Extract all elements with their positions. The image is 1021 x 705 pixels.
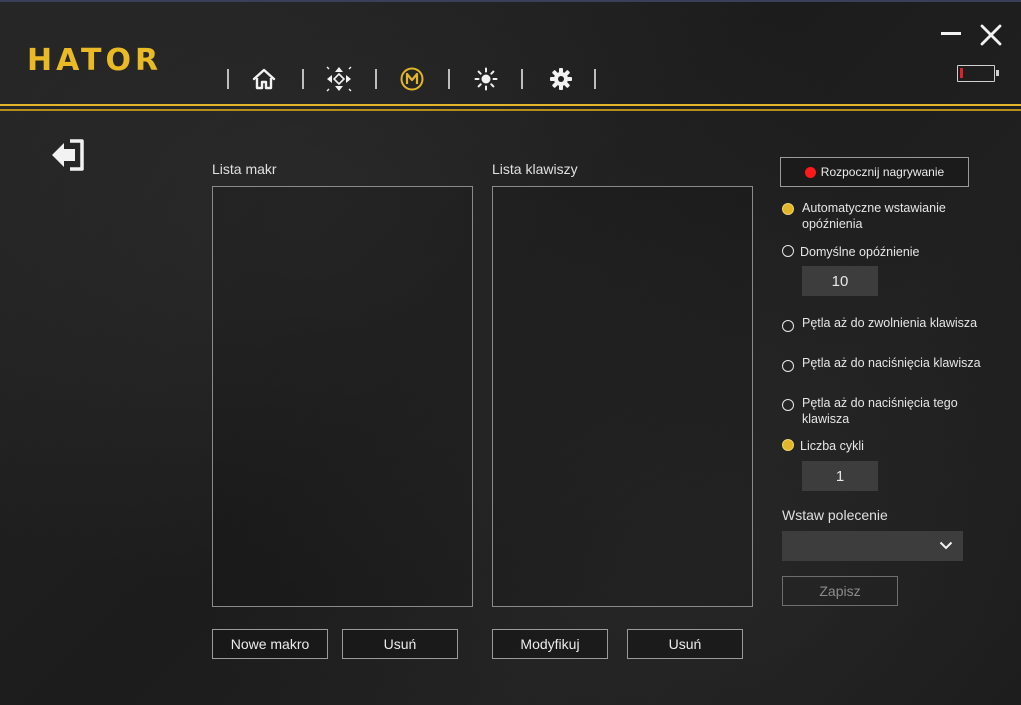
macro-list-title: Lista makr (212, 161, 277, 177)
radio-default-delay[interactable] (782, 245, 794, 257)
minimize-button[interactable] (940, 25, 962, 41)
header-divider (0, 109, 1021, 111)
nav-buttons[interactable] (324, 64, 354, 94)
top-border (0, 0, 1021, 2)
nav-separator (302, 69, 304, 89)
delete-macro-button[interactable]: Usuń (342, 629, 458, 659)
home-icon (252, 68, 276, 90)
close-button[interactable] (979, 23, 1003, 47)
nav-separator (448, 69, 450, 89)
new-macro-button[interactable]: Nowe makro (212, 629, 328, 659)
exit-icon (52, 139, 84, 171)
nav-separator (227, 69, 229, 89)
nav-separator (521, 69, 523, 89)
key-list[interactable] (492, 186, 753, 607)
back-button[interactable] (50, 138, 86, 172)
battery-tip (996, 70, 999, 76)
record-dot-icon (804, 166, 816, 178)
gear-icon (550, 68, 572, 90)
record-button[interactable]: Rozpocznij nagrywanie (780, 157, 969, 187)
radio-auto-delay[interactable] (782, 203, 794, 215)
nav-separator (375, 69, 377, 89)
macro-list[interactable] (212, 186, 473, 607)
radio-loop-press[interactable] (782, 360, 794, 372)
insert-command-label: Wstaw polecenie (782, 507, 888, 523)
radio-loop-release[interactable] (782, 320, 794, 332)
save-button[interactable]: Zapisz (782, 576, 898, 606)
hator-logo: HATOR (27, 43, 163, 78)
nav-lighting[interactable] (471, 64, 501, 94)
loop-release-label: Pętla aż do zwolnienia klawisza (802, 316, 978, 330)
chevron-down-icon (939, 541, 953, 550)
default-delay-label: Domyślne opóźnienie (800, 245, 920, 259)
nav-settings[interactable] (546, 64, 576, 94)
default-delay-input[interactable]: 10 (802, 266, 878, 296)
insert-command-select[interactable] (782, 531, 963, 561)
key-list-title: Lista klawiszy (492, 161, 578, 177)
cycle-count-input[interactable]: 1 (802, 461, 878, 491)
cycle-count-label: Liczba cykli (800, 439, 864, 453)
record-button-label: Rozpocznij nagrywanie (820, 165, 945, 179)
radio-cycle-count[interactable] (782, 439, 794, 451)
macro-icon (400, 67, 424, 91)
nav-separator (594, 69, 596, 89)
battery-icon (957, 65, 999, 82)
loop-press-this-label: Pętla aż do naciśnięcia tego klawisza (802, 396, 958, 426)
close-icon (980, 24, 1002, 46)
header-divider (0, 104, 1021, 106)
loop-press-label: Pętla aż do naciśnięcia klawisza (802, 356, 981, 370)
modify-key-button[interactable]: Modyfikuj (492, 629, 608, 659)
battery-level (960, 68, 963, 78)
auto-delay-label: Automatyczne wstawianie opóźnienia (802, 201, 946, 231)
nav-macro[interactable] (397, 64, 427, 94)
delete-key-button[interactable]: Usuń (627, 629, 743, 659)
dpad-icon (326, 66, 352, 92)
minimize-icon (941, 32, 961, 35)
app-window: HATOR Lista makr Nowe makro Usuń Lista k… (0, 0, 1021, 705)
radio-loop-press-this[interactable] (782, 399, 794, 411)
brightness-icon (474, 67, 498, 91)
nav-home[interactable] (249, 64, 279, 94)
